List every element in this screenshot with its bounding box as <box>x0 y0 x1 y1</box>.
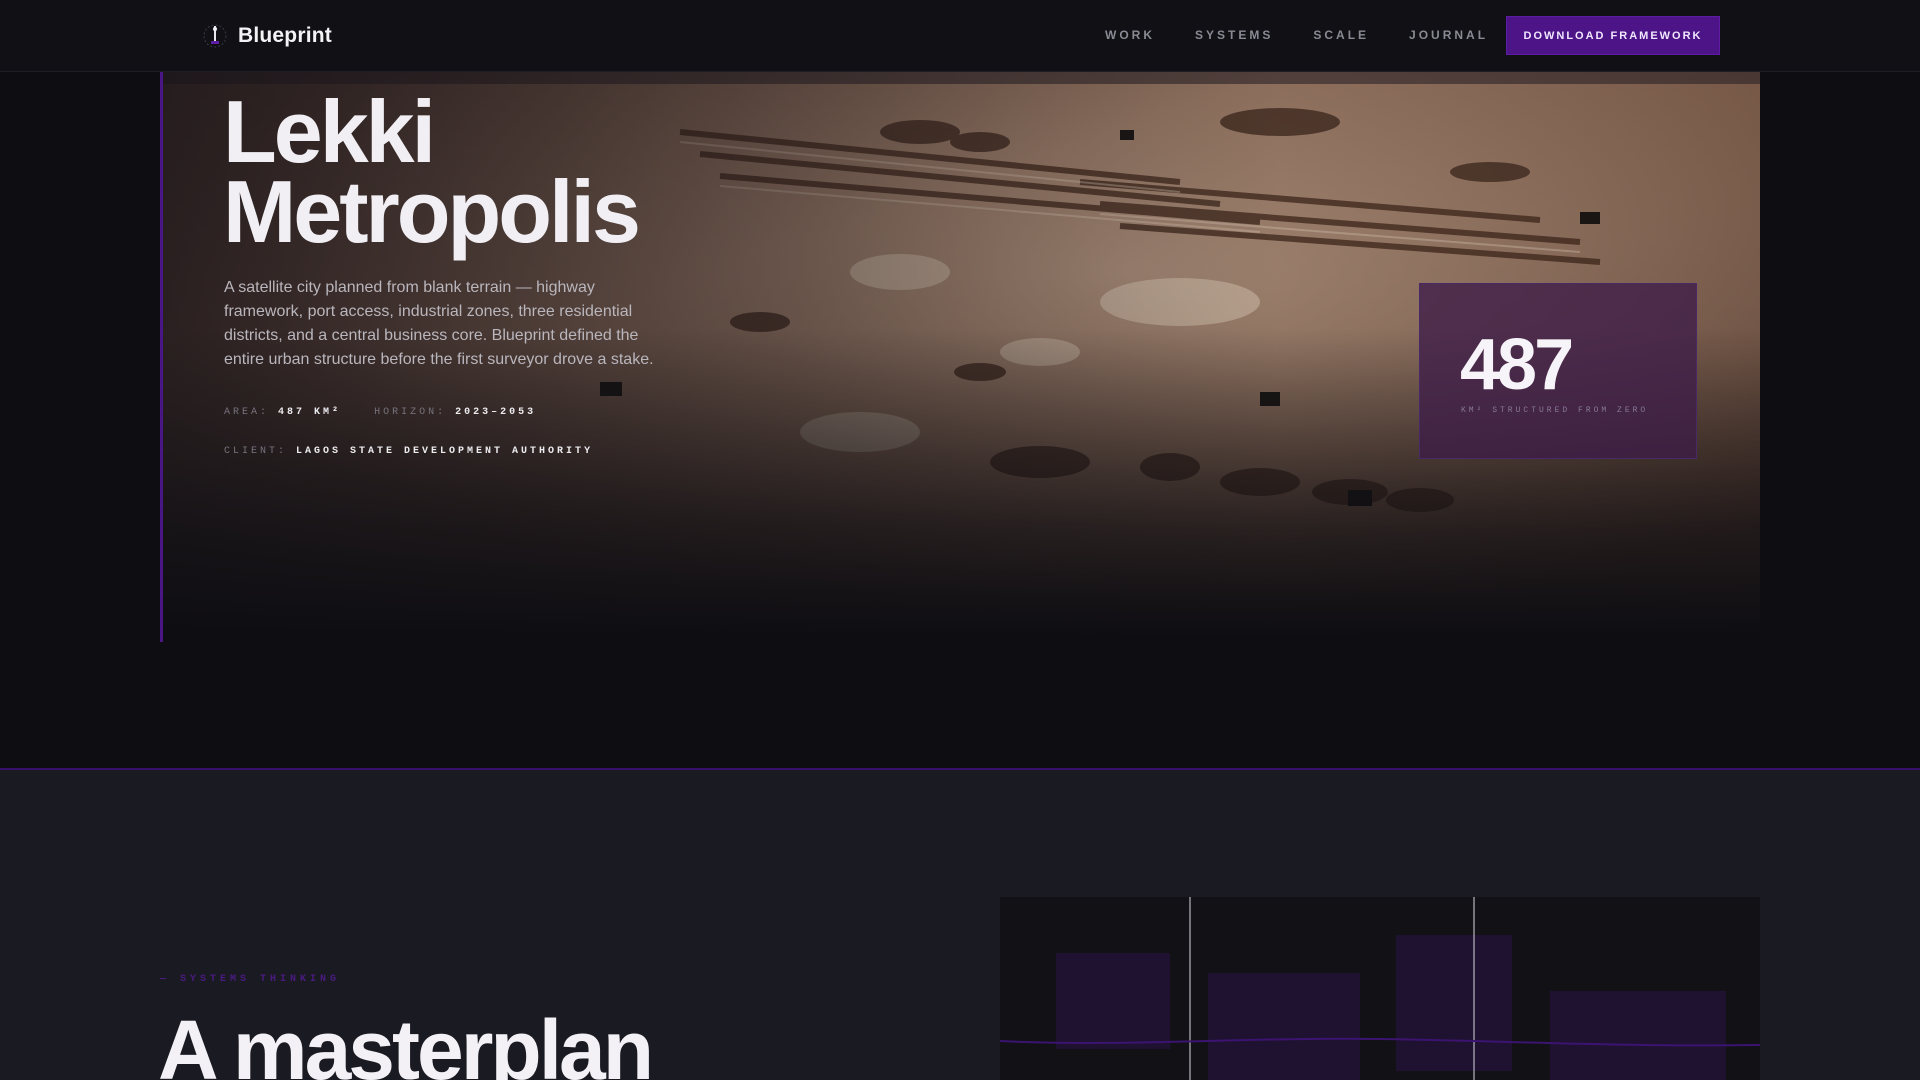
horizon-label: HORIZON: <box>374 407 447 418</box>
client-value: LAGOS STATE DEVELOPMENT AUTHORITY <box>296 446 594 457</box>
section-heading: A masterplan <box>158 1003 654 1080</box>
hero-meta-row-1: AREA: 487 KM² HORIZON: 2023–2053 <box>224 407 560 418</box>
brand[interactable]: Blueprint <box>202 20 332 52</box>
stat-card: 487 KM² STRUCTURED FROM ZERO <box>1419 283 1697 459</box>
hero-title: Lekki Metropolis <box>223 82 641 261</box>
horizon-value: 2023–2053 <box>455 407 537 418</box>
masterplan-diagram <box>1000 897 1760 1080</box>
top-nav: Blueprint WORK SYSTEMS SCALE JOURNAL DOW… <box>0 0 1920 72</box>
section-eyebrow: — SYSTEMS THINKING <box>160 974 341 985</box>
nav-link-work[interactable]: WORK <box>1105 28 1155 42</box>
hero-description: A satellite city planned from blank terr… <box>224 279 654 368</box>
area-value: 487 KM² <box>278 407 342 418</box>
blueprint-logo-icon <box>202 23 228 49</box>
hero-meta-row-2: CLIENT: LAGOS STATE DEVELOPMENT AUTHORIT… <box>224 446 617 457</box>
stat-label: KM² STRUCTURED FROM ZERO <box>1461 406 1649 415</box>
masterplan-zones-graphic <box>1000 897 1760 1080</box>
hero-accent-bar <box>160 72 163 642</box>
hero-title-line2: Metropolis <box>223 162 641 261</box>
download-framework-button[interactable]: DOWNLOAD FRAMEWORK <box>1506 16 1720 55</box>
hero-title-line1: Lekki <box>223 82 436 181</box>
nav-link-scale[interactable]: SCALE <box>1313 28 1369 42</box>
nav-link-journal[interactable]: JOURNAL <box>1409 28 1488 42</box>
stat-value: 487 <box>1460 325 1574 405</box>
brand-name: Blueprint <box>238 24 332 47</box>
nav-links: WORK SYSTEMS SCALE JOURNAL <box>1105 28 1528 42</box>
nav-link-systems[interactable]: SYSTEMS <box>1195 28 1273 42</box>
client-label: CLIENT: <box>224 446 288 457</box>
area-label: AREA: <box>224 407 270 418</box>
